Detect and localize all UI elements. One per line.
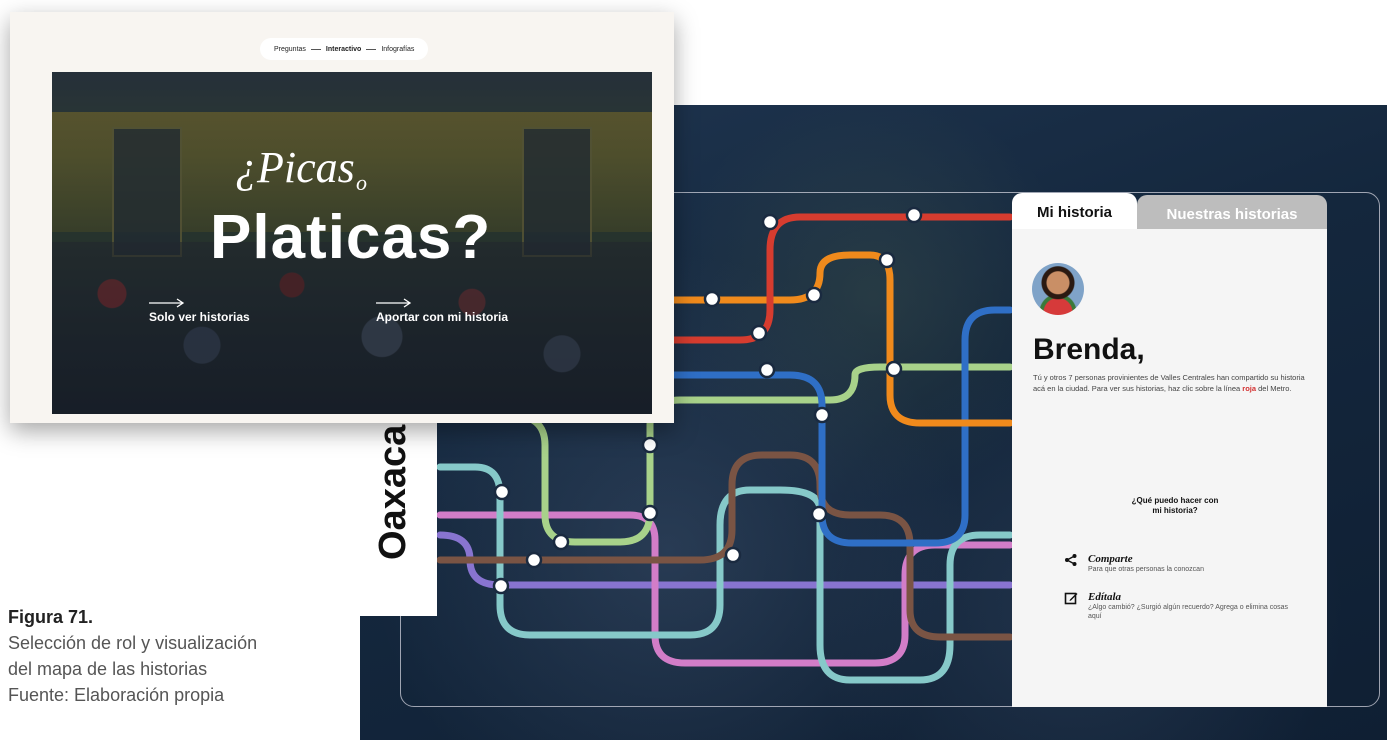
tab-nuestras-historias[interactable]: Nuestras historias <box>1137 195 1327 233</box>
station-node[interactable] <box>810 505 828 523</box>
hero-title-picas: ¿Picas <box>235 143 355 192</box>
figure-number: Figura 71. <box>8 607 94 627</box>
station-node[interactable] <box>641 436 659 454</box>
nav-separator <box>310 48 321 50</box>
station-node[interactable] <box>761 213 779 231</box>
region-label: Oaxaca <box>372 424 414 560</box>
actions-question: ¿Qué puedo hacer con mi historia? <box>1110 496 1240 516</box>
highlight-line-name[interactable]: roja <box>1242 384 1256 393</box>
station-node[interactable] <box>878 251 896 269</box>
nav-separator <box>366 48 377 50</box>
station-node[interactable] <box>641 504 659 522</box>
caption-line-1: Selección de rol y visualización <box>8 633 258 653</box>
station-node[interactable] <box>885 360 903 378</box>
question-line-2: mi historia? <box>1152 506 1198 515</box>
hero-title-connector: o <box>356 170 367 195</box>
contribute-story-label: Aportar con mi historia <box>376 310 509 324</box>
station-node[interactable] <box>493 483 511 501</box>
arrow-right-icon <box>376 298 412 308</box>
caption-source: Fuente: Elaboración propia <box>8 685 225 705</box>
section-nav-small: Preguntas Interactivo Infografías <box>260 38 429 60</box>
nav-item-infografias[interactable]: Infografías <box>381 46 414 53</box>
station-node[interactable] <box>492 577 510 595</box>
metro-line-rosa[interactable] <box>436 511 1014 667</box>
avatar <box>1032 263 1084 315</box>
figure-caption: Figura 71. Selección de rol y visualizac… <box>8 604 328 708</box>
story-description: Tú y otros 7 personas provinientes de Va… <box>1033 372 1313 394</box>
station-node[interactable] <box>813 406 831 424</box>
tab-mi-historia[interactable]: Mi historia <box>1012 193 1137 231</box>
question-line-1: ¿Qué puedo hacer con <box>1131 496 1219 505</box>
station-node[interactable] <box>724 546 742 564</box>
share-title: Comparte <box>1088 553 1133 565</box>
view-stories-link[interactable]: Solo ver historias <box>149 298 250 324</box>
hero-title-platicas: Platicas? <box>210 203 492 272</box>
station-node[interactable] <box>703 290 721 308</box>
caption-line-2: del mapa de las historias <box>8 659 208 679</box>
user-name: Brenda, <box>1033 333 1145 366</box>
metro-line-turquesa[interactable] <box>436 463 1014 684</box>
edit-icon <box>1064 592 1078 605</box>
description-text-end: del Metro. <box>1256 384 1292 393</box>
nav-item-interactivo[interactable]: Interactivo <box>326 46 361 53</box>
share-icon <box>1065 554 1077 566</box>
nav-item-preguntas[interactable]: Preguntas <box>274 46 306 53</box>
station-node[interactable] <box>758 361 776 379</box>
station-node[interactable] <box>750 324 768 342</box>
station-node[interactable] <box>525 551 543 569</box>
view-stories-label: Solo ver historias <box>149 310 250 324</box>
share-subtitle: Para que otras personas la conozcan <box>1088 566 1204 573</box>
contribute-story-link[interactable]: Aportar con mi historia <box>376 298 509 324</box>
arrow-right-icon <box>149 298 185 308</box>
station-node[interactable] <box>805 286 823 304</box>
edit-title: Edítala <box>1088 591 1122 603</box>
station-node[interactable] <box>905 206 923 224</box>
station-node[interactable] <box>552 533 570 551</box>
landing-screen: Preguntas Interactivo Infografías ¿Picas… <box>10 12 674 423</box>
edit-subtitle: ¿Algo cambió? ¿Surgió algún recuerdo? Ag… <box>1088 604 1289 620</box>
